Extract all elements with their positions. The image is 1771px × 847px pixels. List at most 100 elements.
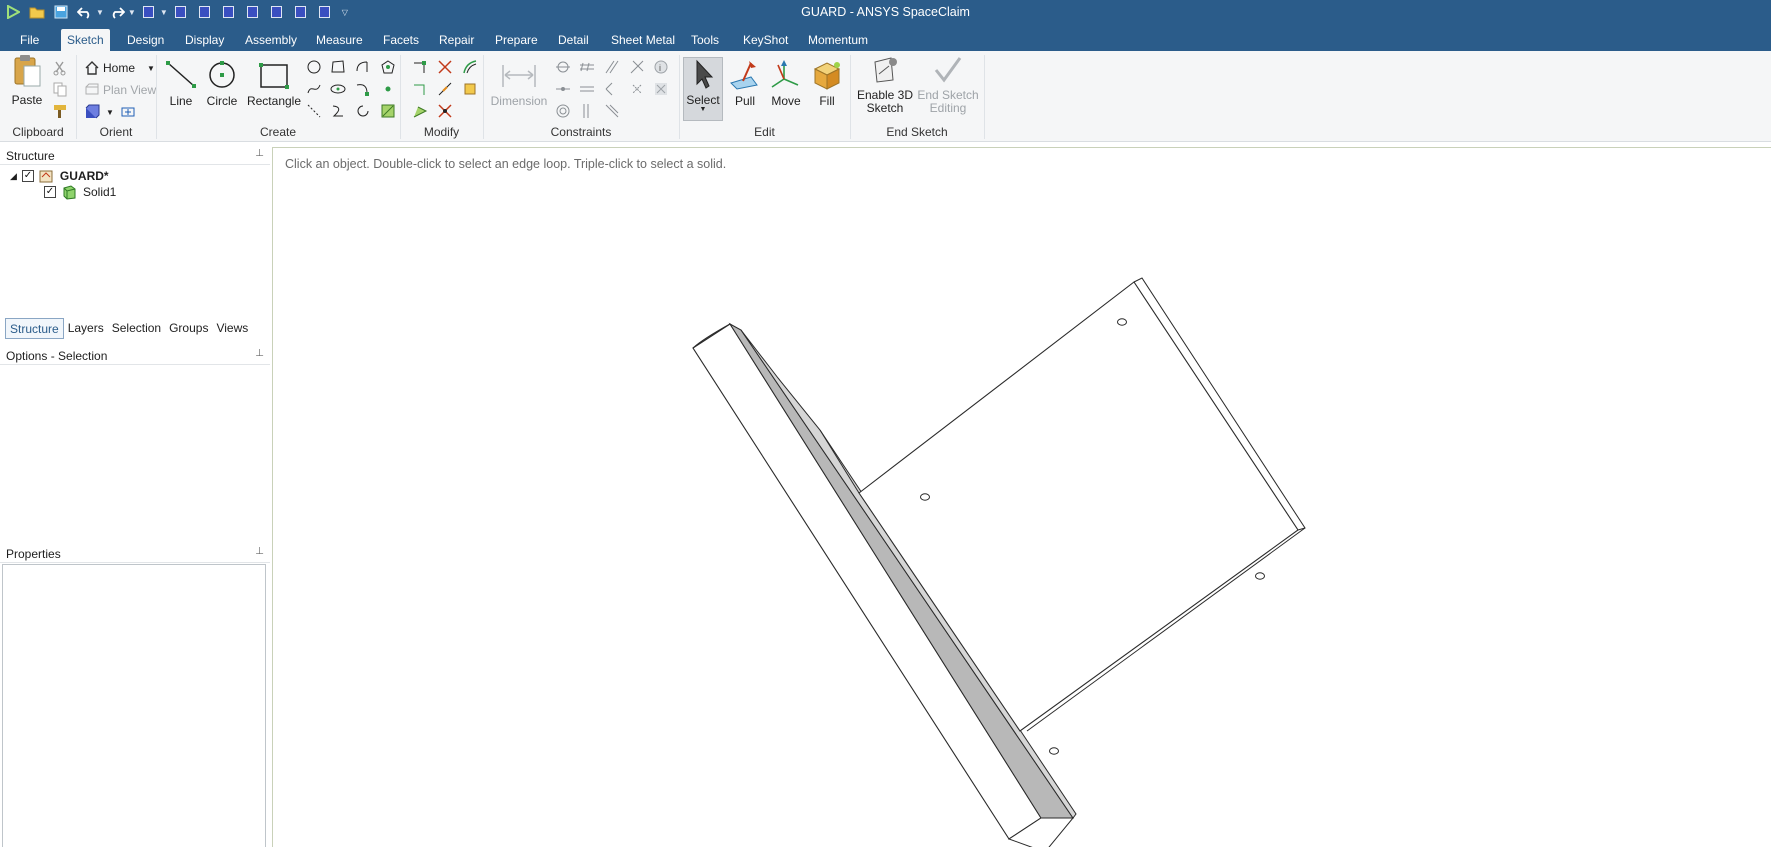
paste-icon	[14, 55, 41, 87]
panel-tab-structure[interactable]: Structure	[5, 318, 64, 339]
rectangle-tool-button[interactable]: Rectangle	[245, 59, 303, 108]
pin-icon[interactable]: ⊥	[255, 546, 264, 557]
design-viewport[interactable]: Click an object. Double-click to select …	[272, 147, 1771, 847]
view-orient-button[interactable]: ▼	[84, 103, 138, 121]
panel-tab-groups[interactable]: Groups	[165, 318, 212, 339]
symmetric-constraint-icon[interactable]	[629, 81, 645, 97]
mounting-hole[interactable]	[1049, 747, 1059, 755]
swept-arc-icon[interactable]	[355, 103, 371, 119]
tab-momentum[interactable]: Momentum	[802, 29, 874, 51]
point-icon[interactable]	[380, 81, 396, 97]
move-tool-button[interactable]: Move	[766, 59, 806, 108]
perpendicular-constraint-icon[interactable]	[604, 81, 620, 97]
panel-tab-strip: Structure Layers Selection Groups Views	[5, 318, 252, 339]
tree-node-solid1[interactable]: ✓ Solid1	[44, 184, 116, 200]
line-icon	[166, 61, 196, 88]
ellipse-icon[interactable]	[330, 81, 346, 97]
panel-tab-selection[interactable]: Selection	[108, 318, 165, 339]
panel-tab-views[interactable]: Views	[212, 318, 252, 339]
create-corner-icon[interactable]	[412, 59, 428, 75]
paste-button[interactable]: Paste	[8, 54, 46, 107]
project-icon[interactable]	[437, 81, 453, 97]
spline-icon[interactable]	[306, 81, 322, 97]
bend-icon[interactable]	[462, 81, 478, 97]
trim-away-icon[interactable]	[437, 59, 453, 75]
tab-display[interactable]: Display	[179, 29, 230, 51]
tree-node-guard[interactable]: ◢ ✓ GUARD*	[10, 168, 109, 184]
menu-bar: File Sketch Design Display Assembly Meas…	[0, 25, 1771, 51]
three-point-rectangle-icon[interactable]	[330, 59, 346, 75]
properties-panel-header: Properties ⊥	[0, 543, 270, 563]
enable-3d-sketch-button[interactable]: Enable 3D Sketch	[855, 54, 915, 115]
tangent-constraint-icon[interactable]	[629, 59, 645, 75]
tab-sheet-metal[interactable]: Sheet Metal	[605, 29, 681, 51]
concentric-constraint-icon[interactable]	[555, 103, 571, 119]
polygon-tool-icon[interactable]	[380, 59, 396, 75]
group-label-modify: Modify	[423, 125, 460, 139]
offset-curve-icon[interactable]	[462, 59, 478, 75]
pin-icon[interactable]: ⊥	[255, 148, 264, 159]
properties-grid[interactable]	[2, 564, 266, 847]
coincident-constraint-icon[interactable]	[555, 59, 571, 75]
select-tool-button[interactable]: Select ▼	[683, 57, 723, 121]
format-painter-icon[interactable]	[52, 103, 68, 119]
home-dropdown-icon[interactable]: ▼	[147, 64, 155, 73]
tab-tools[interactable]: Tools	[685, 29, 725, 51]
line-tool-button[interactable]: Line	[163, 59, 199, 108]
tab-detail[interactable]: Detail	[552, 29, 595, 51]
cut-icon[interactable]	[52, 60, 68, 76]
polygon-icon[interactable]	[306, 59, 322, 75]
three-point-arc-icon[interactable]	[330, 103, 346, 119]
orient-dropdown-icon[interactable]: ▼	[106, 108, 114, 117]
fix-constraint-icon[interactable]	[604, 103, 620, 119]
copy-icon[interactable]	[52, 81, 68, 97]
sweep-arc-icon[interactable]	[355, 81, 371, 97]
tab-keyshot[interactable]: KeyShot	[737, 29, 794, 51]
midpoint-constraint-icon[interactable]	[555, 81, 571, 97]
visibility-checkbox[interactable]: ✓	[44, 186, 56, 198]
equal-constraint-icon[interactable]	[579, 81, 595, 97]
tangent-arc-icon[interactable]	[355, 59, 371, 75]
scale-icon[interactable]	[412, 103, 428, 119]
tab-repair[interactable]: Repair	[433, 29, 480, 51]
split-curve-icon[interactable]	[412, 81, 428, 97]
horizontal-constraint-icon[interactable]	[579, 59, 595, 75]
guard-3d-model[interactable]	[273, 148, 1771, 847]
tab-design[interactable]: Design	[121, 29, 170, 51]
group-label-create: Create	[259, 125, 297, 139]
mounting-hole[interactable]	[1117, 318, 1127, 326]
tab-sketch[interactable]: Sketch	[61, 29, 110, 51]
mirror-icon[interactable]	[437, 103, 453, 119]
face-curve-icon[interactable]	[380, 103, 396, 119]
mounting-hole[interactable]	[920, 493, 930, 501]
panel-tab-layers[interactable]: Layers	[64, 318, 108, 339]
rectangle-icon	[259, 63, 289, 89]
tab-assembly[interactable]: Assembly	[239, 29, 303, 51]
visibility-checkbox[interactable]: ✓	[21, 170, 34, 182]
ribbon: Paste Clipboard Home ▼ Plan View ▼ Orien…	[0, 51, 1771, 142]
tab-facets[interactable]: Facets	[377, 29, 425, 51]
collapse-triangle-icon[interactable]: ◢	[10, 171, 17, 182]
circle-tool-button[interactable]: Circle	[204, 59, 240, 108]
vertical-constraint-icon[interactable]	[579, 103, 595, 119]
dimension-button[interactable]: Dimension	[490, 61, 548, 108]
dimension-icon	[502, 65, 536, 87]
parallel-constraint-icon[interactable]	[604, 59, 620, 75]
end-sketch-editing-button[interactable]: End Sketch Editing	[917, 54, 979, 115]
remove-constraint-icon[interactable]	[653, 81, 669, 97]
constraint-info-icon[interactable]: i	[653, 59, 669, 75]
pull-tool-button[interactable]: Pull	[725, 59, 765, 108]
plan-view-button[interactable]: Plan View	[84, 81, 156, 99]
select-dropdown-icon[interactable]: ▼	[684, 106, 722, 113]
snap-view-icon[interactable]	[120, 104, 138, 120]
fill-tool-button[interactable]: Fill	[807, 59, 847, 108]
tab-measure[interactable]: Measure	[310, 29, 369, 51]
home-view-button[interactable]: Home ▼	[84, 59, 155, 77]
pin-icon[interactable]: ⊥	[255, 348, 264, 359]
move-icon	[771, 60, 799, 88]
mounting-hole[interactable]	[1255, 572, 1265, 580]
checkmark-icon	[934, 57, 962, 83]
tab-file[interactable]: File	[14, 29, 45, 51]
tab-prepare[interactable]: Prepare	[489, 29, 544, 51]
construction-line-icon[interactable]	[306, 103, 322, 119]
